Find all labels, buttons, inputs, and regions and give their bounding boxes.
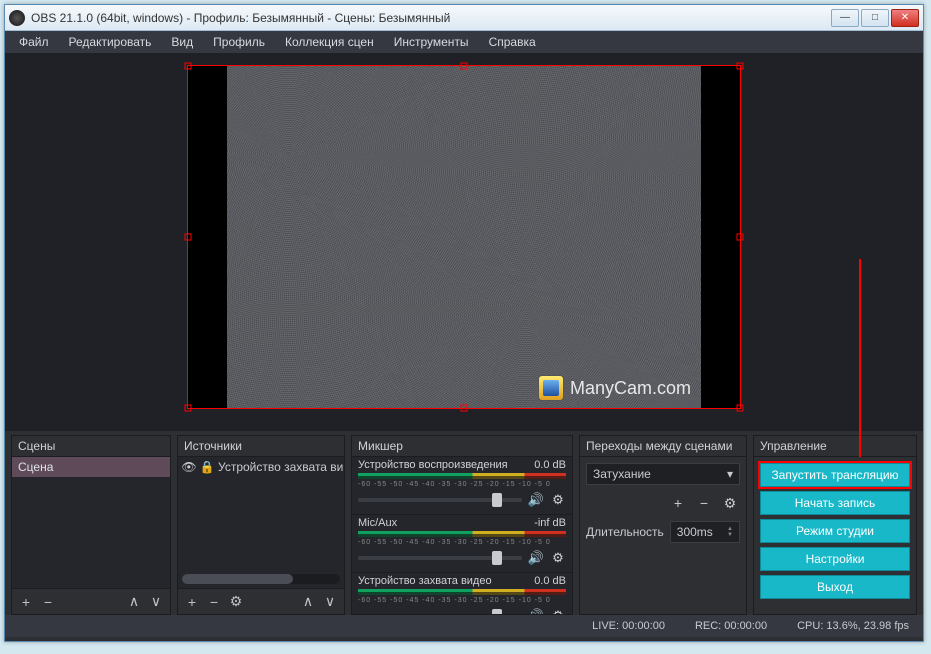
meter-ticks: -60 -55 -50 -45 -40 -35 -30 -25 -20 -15 … (358, 481, 566, 488)
scene-up-button[interactable]: ∧ (124, 592, 144, 612)
transitions-body: Затухание ▾ + − ⚙ Длительность 300ms ▲▼ (580, 457, 746, 614)
transitions-header: Переходы между сценами (580, 436, 746, 457)
controls-header: Управление (754, 436, 916, 457)
remove-source-button[interactable]: − (204, 592, 224, 612)
mixer-panel: Микшер Устройство воспроизведения 0.0 dB -… (351, 435, 573, 615)
preview-area: ManyCam.com (5, 53, 923, 431)
controls-body: Запустить трансляцию Начать запись Режим… (754, 457, 916, 614)
close-button[interactable]: ✕ (891, 9, 919, 27)
meter-ticks: -60 -55 -50 -45 -40 -35 -30 -25 -20 -15 … (358, 539, 566, 546)
mixer-header: Микшер (352, 436, 572, 457)
status-live: LIVE: 00:00:00 (592, 620, 665, 632)
studio-mode-button[interactable]: Режим студии (760, 519, 910, 543)
start-stream-button[interactable]: Запустить трансляцию (760, 463, 910, 487)
speaker-icon[interactable]: 🔊 (528, 550, 544, 566)
bottom-panels: Сцены Сцена + − ∧ ∨ Источники 👁 🔒 Устрой… (5, 431, 923, 615)
volume-slider[interactable] (358, 498, 522, 502)
annotation-arrow (859, 259, 861, 479)
menu-file[interactable]: Файл (11, 33, 57, 51)
visibility-icon[interactable]: 👁 (182, 460, 196, 474)
lock-icon[interactable]: 🔒 (200, 460, 214, 474)
menu-scene-collection[interactable]: Коллекция сцен (277, 33, 382, 51)
mixer-channel: Устройство захвата видео 0.0 dB -60 -55 -5… (352, 573, 572, 614)
source-up-button[interactable]: ∧ (298, 592, 318, 612)
window-buttons: — □ ✕ (831, 9, 919, 27)
app-window: OBS 21.1.0 (64bit, windows) - Профиль: Б… (4, 4, 924, 642)
scenes-tools: + − ∧ ∨ (12, 588, 170, 614)
speaker-icon[interactable]: 🔊 (528, 608, 544, 614)
start-record-button[interactable]: Начать запись (760, 491, 910, 515)
scenes-panel: Сцены Сцена + − ∧ ∨ (11, 435, 171, 615)
menu-tools[interactable]: Инструменты (386, 33, 477, 51)
channel-level: 0.0 dB (534, 575, 566, 587)
gear-icon[interactable]: ⚙ (550, 550, 566, 566)
titlebar: OBS 21.1.0 (64bit, windows) - Профиль: Б… (5, 5, 923, 31)
maximize-button[interactable]: □ (861, 9, 889, 27)
gear-icon[interactable]: ⚙ (550, 492, 566, 508)
preview-canvas[interactable]: ManyCam.com (187, 65, 741, 409)
transitions-panel: Переходы между сценами Затухание ▾ + − ⚙… (579, 435, 747, 615)
watermark-text: ManyCam.com (570, 378, 691, 399)
spinner-icon[interactable]: ▲▼ (727, 526, 733, 538)
sources-tools: + − ⚙ ∧ ∨ (178, 588, 344, 614)
duration-value: 300ms (677, 525, 713, 539)
source-down-button[interactable]: ∨ (320, 592, 340, 612)
status-cpu: CPU: 13.6%, 23.98 fps (797, 620, 909, 632)
menu-view[interactable]: Вид (163, 33, 201, 51)
window-title: OBS 21.1.0 (64bit, windows) - Профиль: Б… (31, 11, 831, 25)
level-meter (358, 473, 566, 479)
mixer-channel: Mic/Aux -inf dB -60 -55 -50 -45 -40 -35 -3… (352, 515, 572, 573)
source-settings-button[interactable]: ⚙ (226, 592, 246, 612)
settings-button[interactable]: Настройки (760, 547, 910, 571)
status-bar: LIVE: 00:00:00 REC: 00:00:00 CPU: 13.6%,… (5, 615, 923, 637)
sources-scrollbar[interactable] (182, 574, 340, 584)
transition-select[interactable]: Затухание ▾ (586, 463, 740, 485)
mixer-body: Устройство воспроизведения 0.0 dB -60 -55 … (352, 457, 572, 614)
speaker-icon[interactable]: 🔊 (528, 492, 544, 508)
gear-icon[interactable]: ⚙ (550, 608, 566, 614)
video-feed: ManyCam.com (227, 65, 701, 409)
add-scene-button[interactable]: + (16, 592, 36, 612)
transition-settings-button[interactable]: ⚙ (720, 493, 740, 513)
obs-logo-icon (9, 10, 25, 26)
manycam-icon (538, 375, 564, 401)
menu-bar: Файл Редактировать Вид Профиль Коллекция… (5, 31, 923, 53)
menu-help[interactable]: Справка (481, 33, 544, 51)
mixer-channel: Устройство воспроизведения 0.0 dB -60 -55 … (352, 457, 572, 515)
meter-ticks: -60 -55 -50 -45 -40 -35 -30 -25 -20 -15 … (358, 597, 566, 604)
channel-level: 0.0 dB (534, 459, 566, 471)
source-label: Устройство захвата ви (218, 460, 343, 474)
remove-transition-button[interactable]: − (694, 493, 714, 513)
exit-button[interactable]: Выход (760, 575, 910, 599)
controls-panel: Управление Запустить трансляцию Начать з… (753, 435, 917, 615)
channel-name: Устройство воспроизведения (358, 459, 508, 471)
add-transition-button[interactable]: + (668, 493, 688, 513)
duration-input[interactable]: 300ms ▲▼ (670, 521, 740, 543)
status-rec: REC: 00:00:00 (695, 620, 767, 632)
volume-slider[interactable] (358, 556, 522, 560)
channel-level: -inf dB (534, 517, 566, 529)
scene-item[interactable]: Сцена (12, 457, 170, 477)
channel-name: Устройство захвата видео (358, 575, 492, 587)
scenes-header: Сцены (12, 436, 170, 457)
menu-profile[interactable]: Профиль (205, 33, 273, 51)
level-meter (358, 531, 566, 537)
chevron-down-icon: ▾ (727, 467, 733, 481)
sources-panel: Источники 👁 🔒 Устройство захвата ви + − … (177, 435, 345, 615)
duration-label: Длительность (586, 525, 664, 539)
level-meter (358, 589, 566, 595)
transition-value: Затухание (593, 467, 651, 481)
channel-name: Mic/Aux (358, 517, 397, 529)
add-source-button[interactable]: + (182, 592, 202, 612)
minimize-button[interactable]: — (831, 9, 859, 27)
menu-edit[interactable]: Редактировать (61, 33, 160, 51)
scene-down-button[interactable]: ∨ (146, 592, 166, 612)
sources-list[interactable]: 👁 🔒 Устройство захвата ви (178, 457, 344, 588)
source-item[interactable]: 👁 🔒 Устройство захвата ви (178, 457, 344, 477)
sources-header: Источники (178, 436, 344, 457)
remove-scene-button[interactable]: − (38, 592, 58, 612)
scenes-list[interactable]: Сцена (12, 457, 170, 588)
